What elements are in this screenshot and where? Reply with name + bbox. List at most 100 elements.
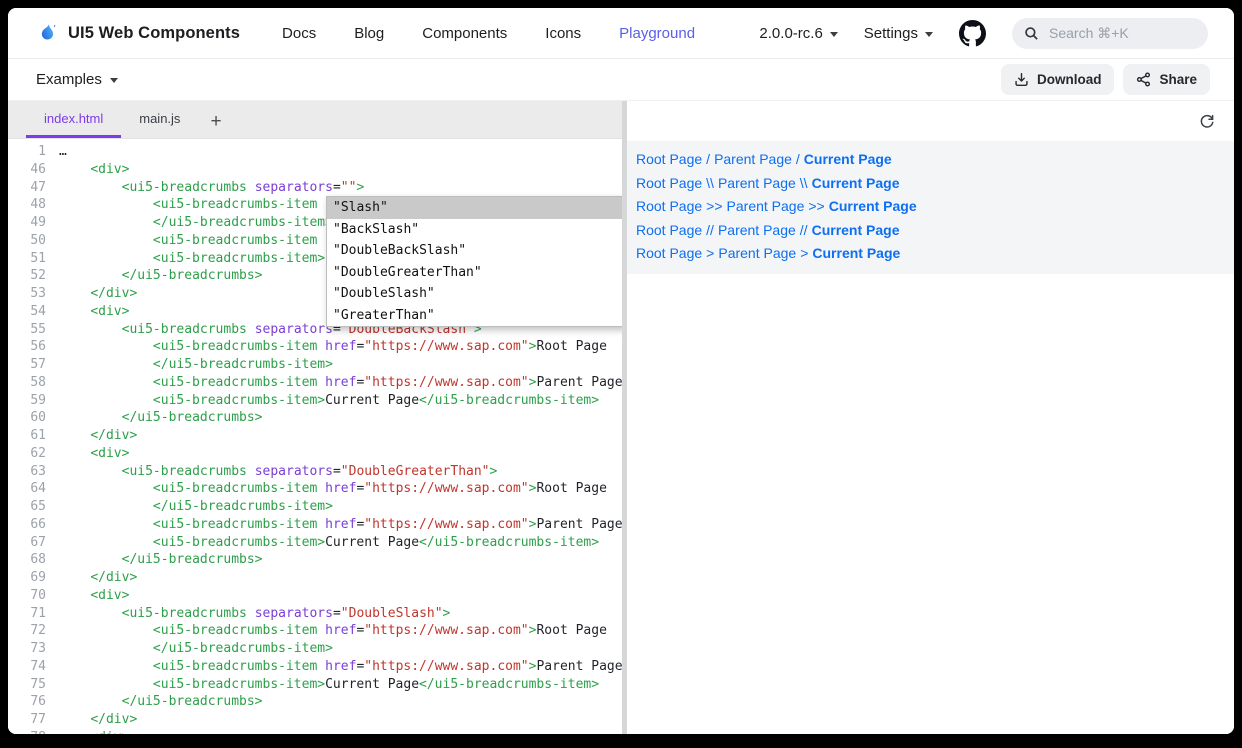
line-number: 47 (8, 179, 59, 197)
line-content: <ui5-breadcrumbs-item>Current Page</ui5-… (59, 534, 599, 552)
settings-label: Settings (864, 25, 918, 42)
breadcrumb-current: Current Page (812, 222, 900, 238)
breadcrumb-link[interactable]: Parent Page (718, 222, 796, 238)
nav-link-components[interactable]: Components (422, 25, 507, 42)
share-icon (1136, 72, 1151, 87)
version-dropdown[interactable]: 2.0.0-rc.6 (759, 25, 837, 42)
main-nav: Docs Blog Components Icons Playground (282, 25, 695, 42)
line-number: 63 (8, 463, 59, 481)
line-number: 74 (8, 658, 59, 676)
code-line[interactable]: 65 </ui5-breadcrumbs-item> (8, 498, 622, 516)
github-icon (959, 20, 986, 47)
code-line[interactable]: 76 </ui5-breadcrumbs> (8, 693, 622, 711)
preview-toolbar (627, 101, 1234, 141)
code-line[interactable]: 61 </div> (8, 427, 622, 445)
line-number: 77 (8, 711, 59, 729)
code-line[interactable]: 58 <ui5-breadcrumbs-item href="https://w… (8, 374, 622, 392)
code-line[interactable]: 74 <ui5-breadcrumbs-item href="https://w… (8, 658, 622, 676)
line-number: 53 (8, 285, 59, 303)
code-line[interactable]: 57 </ui5-breadcrumbs-item> (8, 356, 622, 374)
line-number: 62 (8, 445, 59, 463)
top-navbar: UI5 Web Components Docs Blog Components Ico… (8, 8, 1234, 59)
settings-dropdown[interactable]: Settings (864, 25, 933, 42)
share-button[interactable]: Share (1123, 64, 1210, 95)
code-line[interactable]: 60 </ui5-breadcrumbs> (8, 409, 622, 427)
autocomplete-option[interactable]: "DoubleSlash" (327, 283, 622, 305)
breadcrumb-link[interactable]: Root Page (636, 198, 702, 214)
code-line[interactable]: 62 <div> (8, 445, 622, 463)
breadcrumb-link[interactable]: Parent Page (718, 175, 796, 191)
nav-link-playground[interactable]: Playground (619, 25, 695, 42)
breadcrumb-link[interactable]: Parent Page (727, 198, 805, 214)
breadcrumb-link[interactable]: Parent Page (714, 151, 792, 167)
code-line[interactable]: 64 <ui5-breadcrumbs-item href="https://w… (8, 480, 622, 498)
line-number: 49 (8, 214, 59, 232)
line-content: <ui5-breadcrumbs-item href="https://www.… (59, 374, 622, 392)
examples-toolbar: Examples Download Share (8, 59, 1234, 101)
breadcrumb-link[interactable]: Root Page (636, 222, 702, 238)
line-number: 46 (8, 161, 59, 179)
search-input[interactable] (1047, 24, 1171, 42)
line-number: 55 (8, 321, 59, 339)
tab-main-js[interactable]: main.js (121, 102, 198, 138)
code-line[interactable]: 75 <ui5-breadcrumbs-item>Current Page</u… (8, 676, 622, 694)
code-line[interactable]: 66 <ui5-breadcrumbs-item href="https://w… (8, 516, 622, 534)
code-line[interactable]: 70 <div> (8, 587, 622, 605)
line-content: </ui5-breadcrumbs-item> (59, 498, 333, 516)
autocomplete-option[interactable]: "DoubleBackSlash" (327, 240, 622, 262)
line-content: <ui5-breadcrumbs-item href="https://www.… (59, 658, 622, 676)
line-number: 64 (8, 480, 59, 498)
code-line[interactable]: 46 <div> (8, 161, 622, 179)
search-box[interactable] (1012, 18, 1208, 49)
code-line[interactable]: 77 </div> (8, 711, 622, 729)
code-line[interactable]: 72 <ui5-breadcrumbs-item href="https://w… (8, 622, 622, 640)
download-button[interactable]: Download (1001, 64, 1115, 95)
breadcrumb-link[interactable]: Root Page (636, 175, 702, 191)
code-line[interactable]: 78 <div> (8, 729, 622, 734)
line-number: 76 (8, 693, 59, 711)
autocomplete-option[interactable]: "Slash" (327, 197, 622, 219)
examples-dropdown[interactable]: Examples (36, 71, 118, 88)
github-link[interactable] (959, 20, 986, 47)
line-content: <ui5-breadcrumbs-item>Current Page</ui5-… (59, 392, 599, 410)
code-line[interactable]: 1… (8, 143, 622, 161)
breadcrumb-link[interactable]: Root Page (636, 245, 702, 261)
autocomplete-option[interactable]: "GreaterThan" (327, 305, 622, 327)
line-number: 66 (8, 516, 59, 534)
code-line[interactable]: 68 </ui5-breadcrumbs> (8, 551, 622, 569)
breadcrumb-current: Current Page (829, 198, 917, 214)
code-line[interactable]: 71 <ui5-breadcrumbs separators="DoubleSl… (8, 605, 622, 623)
nav-link-blog[interactable]: Blog (354, 25, 384, 42)
code-line[interactable]: 59 <ui5-breadcrumbs-item>Current Page</u… (8, 392, 622, 410)
nav-link-docs[interactable]: Docs (282, 25, 316, 42)
add-tab-button[interactable]: + (198, 108, 233, 138)
line-number: 58 (8, 374, 59, 392)
code-line[interactable]: 47 <ui5-breadcrumbs separators=""> (8, 179, 622, 197)
autocomplete-option[interactable]: "DoubleGreaterThan" (327, 262, 622, 284)
line-number: 61 (8, 427, 59, 445)
breadcrumb: Root Page\\Parent Page\\Current Page (636, 172, 1225, 196)
tab-index-html[interactable]: index.html (26, 102, 121, 138)
line-number: 57 (8, 356, 59, 374)
breadcrumb: Root Page//Parent Page//Current Page (636, 219, 1225, 243)
line-content: </ui5-breadcrumbs-item> (59, 640, 333, 658)
autocomplete-popup: "Slash""BackSlash""DoubleBackSlash""Doub… (326, 196, 622, 327)
version-label: 2.0.0-rc.6 (759, 25, 822, 42)
nav-link-icons[interactable]: Icons (545, 25, 581, 42)
brand[interactable]: UI5 Web Components (36, 20, 240, 46)
breadcrumb-current: Current Page (812, 175, 900, 191)
breadcrumb-link[interactable]: Root Page (636, 151, 702, 167)
code-line[interactable]: 73 </ui5-breadcrumbs-item> (8, 640, 622, 658)
code-line[interactable]: 69 </div> (8, 569, 622, 587)
line-content: <ui5-breadcrumbs-item href="https://www.… (59, 338, 607, 356)
autocomplete-option[interactable]: "BackSlash" (327, 219, 622, 241)
line-content: </div> (59, 569, 137, 587)
code-line[interactable]: 56 <ui5-breadcrumbs-item href="https://w… (8, 338, 622, 356)
line-number: 1 (8, 143, 59, 161)
code-line[interactable]: 63 <ui5-breadcrumbs separators="DoubleGr… (8, 463, 622, 481)
refresh-button[interactable] (1197, 111, 1217, 131)
share-label: Share (1159, 72, 1197, 87)
code-line[interactable]: 67 <ui5-breadcrumbs-item>Current Page</u… (8, 534, 622, 552)
breadcrumb-link[interactable]: Parent Page (718, 245, 796, 261)
line-number: 78 (8, 729, 59, 734)
